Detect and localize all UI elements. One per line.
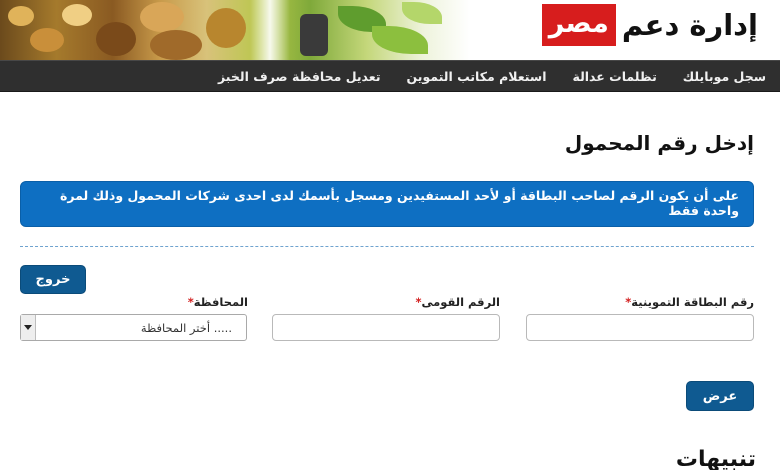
- governorate-selected-value: ..... أختر المحافظة: [140, 321, 232, 335]
- header-banner: إدارة دعم مصر: [0, 0, 780, 60]
- national-id-label: الرقم القومى*: [415, 295, 500, 309]
- page-title: إدخل رقم المحمول: [564, 131, 754, 155]
- logo-text: إدارة دعم: [621, 8, 758, 42]
- logout-button[interactable]: خروج: [20, 265, 86, 294]
- national-id-input[interactable]: [272, 314, 500, 341]
- info-alert: على أن يكون الرقم لصاحب البطاقة أو لأحد …: [20, 181, 754, 227]
- main-nav: سجل موبايلك تظلمات عدالة استعلام مكاتب ا…: [0, 60, 780, 92]
- nav-item-supply-offices[interactable]: استعلام مكاتب التموين: [407, 69, 547, 84]
- show-button[interactable]: عرض: [686, 381, 754, 411]
- card-number-label: رقم البطاقة التموينية*: [625, 295, 754, 309]
- governorate-label: المحافظة*: [187, 295, 248, 309]
- banner-image: [0, 0, 470, 60]
- nav-item-adala-complaints[interactable]: تظلمات عدالة: [573, 69, 657, 84]
- logo-highlight: مصر: [541, 4, 616, 46]
- nav-item-register-mobile[interactable]: سجل موبايلك: [683, 69, 766, 84]
- notices-heading: تنبيهات: [675, 447, 756, 470]
- dropdown-arrow-icon[interactable]: [21, 315, 36, 340]
- nav-item-bread-governorate[interactable]: تعديل محافظة صرف الخبز: [218, 69, 381, 84]
- site-logo[interactable]: إدارة دعم مصر: [541, 3, 758, 47]
- card-number-input[interactable]: [526, 314, 754, 341]
- governorate-select[interactable]: ..... أختر المحافظة: [20, 314, 247, 341]
- dashed-divider: [20, 246, 754, 247]
